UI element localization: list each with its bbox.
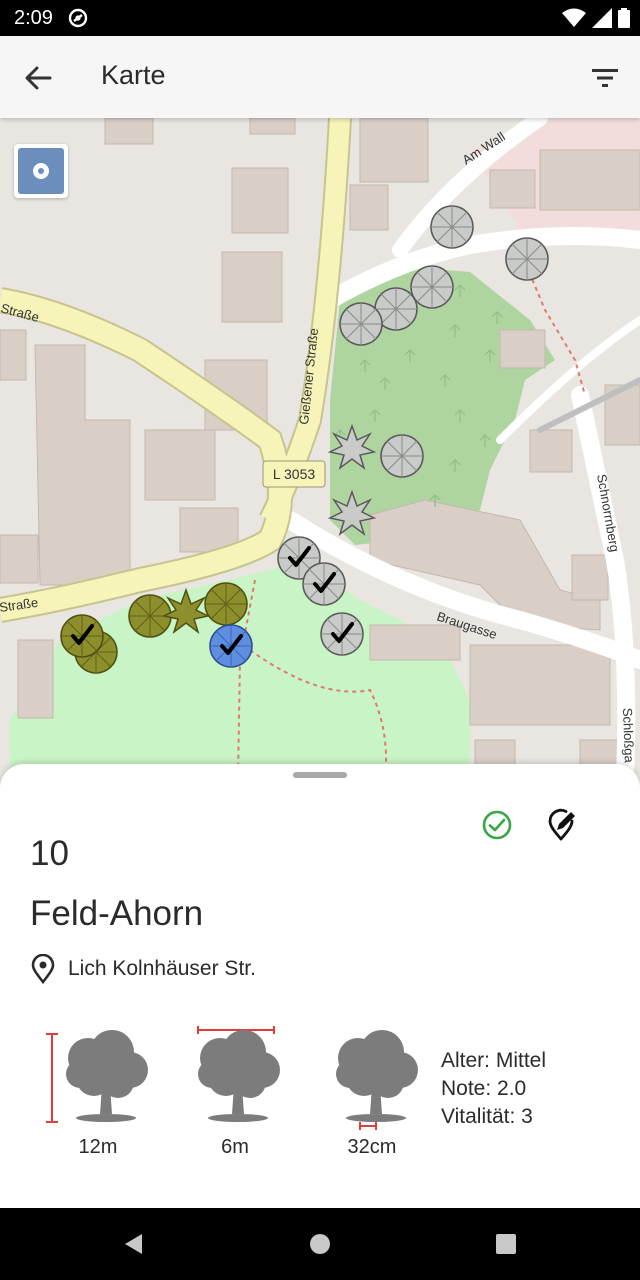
- page-title: Karte: [101, 60, 166, 90]
- tree-height-value: 12m: [78, 1136, 118, 1158]
- nav-home-icon[interactable]: [308, 1232, 332, 1256]
- crown-width-icon: [197, 1026, 280, 1122]
- trunk-circumference-value: 32cm: [347, 1136, 397, 1158]
- tree-vitality: Vitalität: 3: [441, 1105, 533, 1128]
- status-icons: [562, 7, 630, 29]
- tree-marker[interactable]: [380, 434, 424, 478]
- edit-location-icon[interactable]: [544, 808, 578, 842]
- tree-height-icon: [46, 1030, 148, 1123]
- nav-recents-icon[interactable]: [494, 1232, 518, 1256]
- location-pin-icon: [31, 954, 55, 984]
- label-schlossga: Schloßga: [620, 708, 637, 764]
- arrow-back-icon[interactable]: [22, 62, 54, 94]
- status-time: 2:09: [14, 7, 53, 29]
- map-canvas[interactable]: Straße Gießener Straße Am Wall Straße Br…: [0, 118, 640, 778]
- tree-grade: Note: 2.0: [441, 1077, 527, 1100]
- filter-icon[interactable]: [590, 63, 620, 93]
- label-l3053: L 3053: [273, 466, 316, 482]
- status-bar: 2:09: [0, 0, 640, 36]
- sheet-drag-handle[interactable]: [293, 772, 347, 778]
- tree-detail-sheet: 10 Feld-Ahorn Lich Kolnhäuser Str. 12m 6…: [0, 764, 640, 1208]
- tree-marker-checked[interactable]: [320, 612, 364, 656]
- tree-marker[interactable]: [204, 582, 248, 626]
- tree-marker-checked[interactable]: [60, 614, 104, 658]
- nav-back-icon[interactable]: [122, 1232, 146, 1256]
- signal-icon: [592, 8, 612, 28]
- crown-width-value: 6m: [221, 1136, 249, 1158]
- check-circle-icon[interactable]: [481, 809, 513, 841]
- tree-marker[interactable]: [339, 302, 383, 346]
- app-bar: Karte: [0, 36, 640, 118]
- battery-icon: [618, 8, 630, 28]
- map-view[interactable]: Straße Gießener Straße Am Wall Straße Br…: [0, 118, 640, 778]
- my-location-button[interactable]: [14, 144, 68, 198]
- location-target-icon: [18, 148, 64, 194]
- tree-marker[interactable]: [505, 237, 549, 281]
- tree-attributes: Alter: Mittel Note: 2.0 Vitalität: 3: [441, 1047, 546, 1131]
- tree-location: Lich Kolnhäuser Str.: [68, 957, 256, 980]
- tree-marker-selected[interactable]: [209, 624, 253, 668]
- system-nav-bar: [0, 1208, 640, 1280]
- trunk-circumference-icon: [336, 1030, 418, 1130]
- tree-marker[interactable]: [410, 265, 454, 309]
- tree-age: Alter: Mittel: [441, 1049, 547, 1072]
- tree-number: 10: [30, 834, 69, 873]
- tree-marker-checked[interactable]: [302, 562, 346, 606]
- tree-marker[interactable]: [430, 205, 474, 249]
- notification-icon: [68, 8, 88, 28]
- wifi-icon: [562, 8, 586, 27]
- tree-species: Feld-Ahorn: [30, 894, 204, 933]
